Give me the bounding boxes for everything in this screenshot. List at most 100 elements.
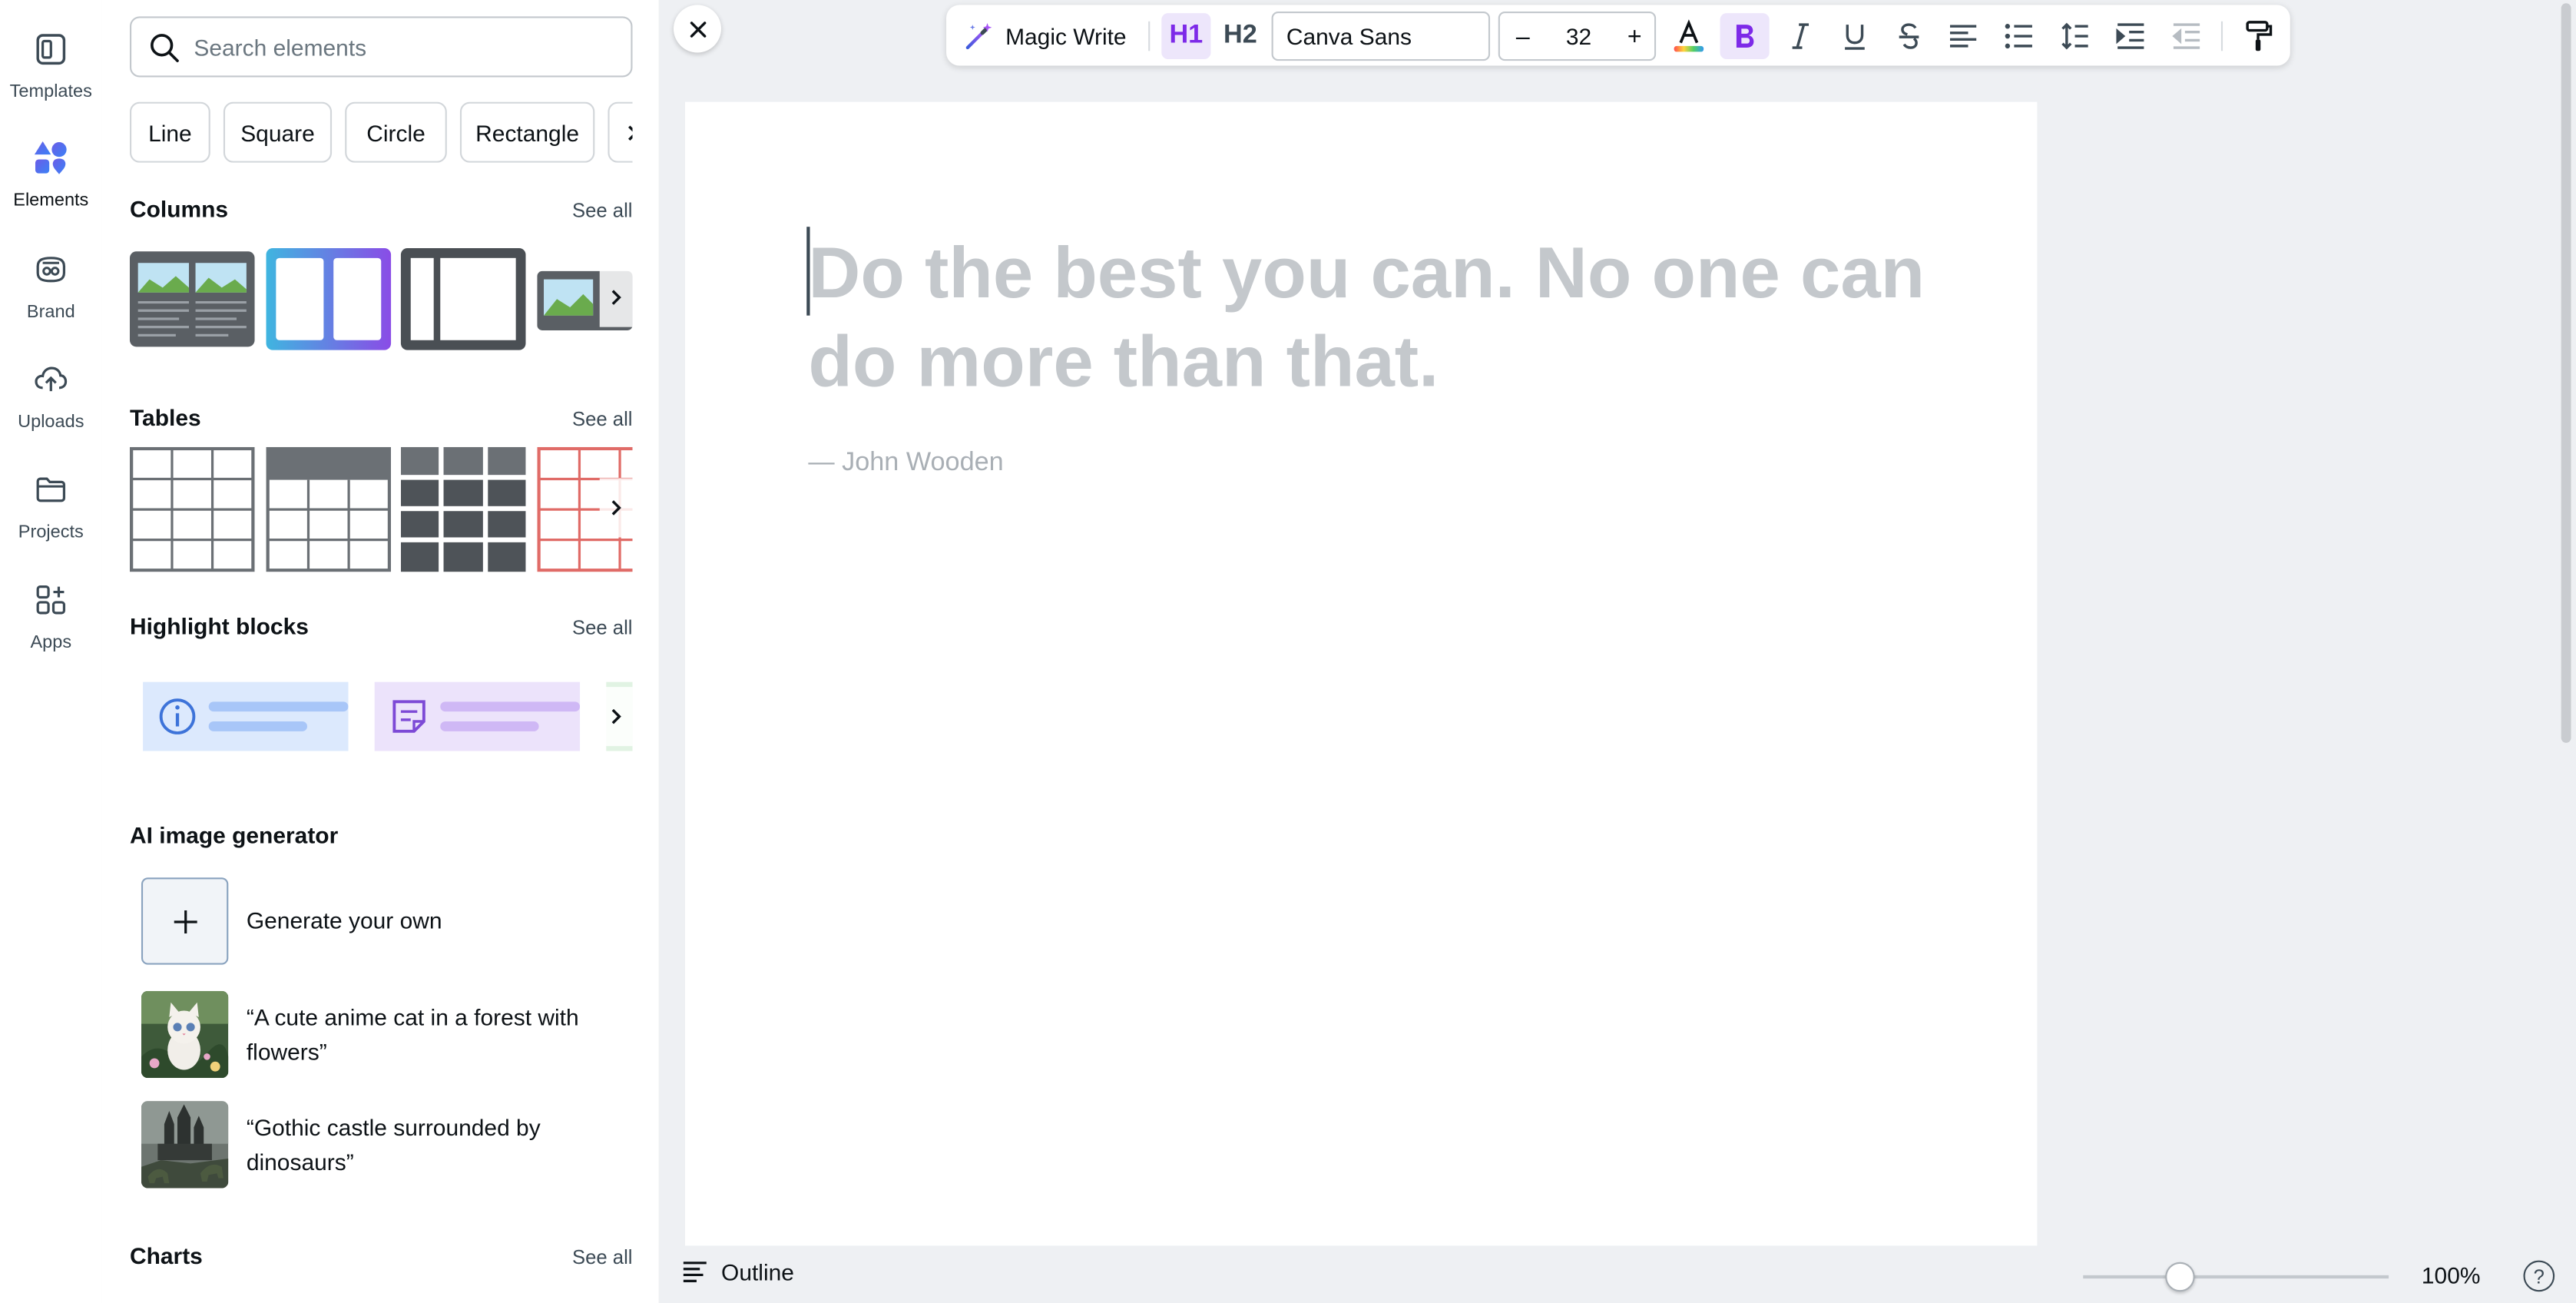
ai-item-label: “Gothic castle surrounded by dinosaurs” (246, 1113, 541, 1175)
bulleted-list-icon (2005, 24, 2032, 49)
increase-font-size-button[interactable]: + (1611, 13, 1657, 59)
chip-line[interactable]: Line (129, 101, 210, 163)
table-thumb-3[interactable] (400, 446, 526, 572)
canvas-scrollbar[interactable] (2556, 0, 2576, 1303)
font-size-input[interactable]: 32 (1546, 13, 1612, 59)
gothic-castle-image (141, 1101, 229, 1189)
h2-label: H2 (1223, 21, 1257, 50)
indent-button[interactable] (2107, 13, 2154, 59)
rail-label: Apps (30, 632, 72, 653)
ai-suggestion-cat[interactable]: “A cute anime cat in a forest with flowe… (141, 990, 624, 1079)
paint-roller-icon (2246, 21, 2273, 51)
ai-item-label: “A cute anime cat in a forest with flowe… (246, 1003, 579, 1065)
table-thumb-2[interactable] (266, 446, 392, 572)
left-rail: Templates Elements Brand Uploads Project… (0, 0, 102, 1303)
rail-item-brand[interactable]: Brand (0, 244, 102, 342)
highlight-block-info[interactable] (143, 681, 349, 751)
chips-next-button[interactable] (608, 101, 633, 163)
indent-icon (2116, 23, 2144, 49)
document-page[interactable]: Do the best you can. No one can do more … (684, 101, 2038, 1252)
rail-label: Elements (13, 191, 89, 211)
outline-button[interactable]: Outline (682, 1258, 794, 1285)
heading-placeholder[interactable]: Do the best you can. No one can do more … (808, 230, 1925, 407)
text-color-button[interactable] (1666, 13, 1712, 59)
rail-item-templates[interactable]: Templates (0, 23, 102, 121)
text-toolbar: Magic Write H1 H2 Canva Sans – 32 + (946, 5, 2290, 66)
elements-icon (25, 131, 78, 184)
ai-suggestion-castle[interactable]: “Gothic castle surrounded by dinosaurs” (141, 1101, 624, 1189)
underline-button[interactable] (1832, 13, 1878, 59)
outdent-button[interactable] (2164, 13, 2210, 59)
text-color-icon (1674, 19, 1704, 52)
close-panel-button[interactable] (673, 5, 722, 53)
rail-item-projects[interactable]: Projects (0, 463, 102, 562)
plus-icon (141, 877, 229, 965)
section-title-charts: Charts (129, 1242, 203, 1269)
section-title-tables: Tables (129, 404, 201, 431)
heading-2-button[interactable]: H2 (1216, 13, 1265, 59)
italic-icon (1792, 23, 1809, 49)
search-icon (151, 33, 179, 61)
outline-label: Outline (721, 1258, 794, 1285)
copy-style-button[interactable] (2236, 13, 2282, 59)
columns-thumb-3[interactable] (400, 247, 526, 350)
see-all-charts[interactable]: See all (572, 1245, 633, 1268)
search-box[interactable] (129, 16, 633, 78)
rail-label: Uploads (18, 412, 84, 433)
highlight-next-button[interactable] (599, 687, 633, 747)
templates-icon (25, 23, 77, 75)
underline-icon (1845, 25, 1865, 50)
see-all-highlight[interactable]: See all (572, 616, 633, 639)
anime-cat-image (141, 990, 229, 1079)
columns-thumb-1[interactable] (129, 251, 255, 347)
bold-button[interactable] (1720, 13, 1770, 60)
brand-icon (25, 244, 77, 296)
rail-item-elements[interactable]: Elements (0, 131, 102, 230)
zoom-slider-track[interactable] (2083, 1275, 2389, 1279)
rail-label: Brand (26, 302, 75, 323)
font-size-control: – 32 + (1498, 11, 1657, 61)
font-family-select[interactable]: Canva Sans (1271, 11, 1491, 61)
quote-placeholder[interactable]: — John Wooden (808, 449, 1003, 479)
magic-write-label: Magic Write (1005, 22, 1127, 50)
chevron-right-icon (611, 708, 621, 724)
close-icon (689, 21, 706, 37)
rail-item-apps[interactable]: Apps (0, 574, 102, 672)
section-title-ai: AI image generator (129, 821, 339, 848)
chip-square[interactable]: Square (223, 101, 333, 163)
rail-label: Projects (18, 522, 84, 542)
tables-next-button[interactable] (599, 478, 633, 538)
chip-circle[interactable]: Circle (345, 101, 447, 163)
columns-next-button[interactable] (599, 267, 633, 327)
zoom-slider-handle[interactable] (2165, 1262, 2195, 1292)
see-all-tables[interactable]: See all (572, 407, 633, 430)
chevron-right-icon (611, 500, 621, 516)
decrease-font-size-button[interactable]: – (1500, 13, 1546, 59)
bold-icon (1736, 25, 1754, 48)
italic-button[interactable] (1777, 13, 1823, 59)
ai-generate-own[interactable]: Generate your own (141, 877, 624, 965)
help-button[interactable]: ? (2523, 1260, 2555, 1292)
highlight-block-note[interactable] (374, 681, 581, 751)
section-title-columns: Columns (129, 195, 229, 222)
chevron-right-icon (628, 124, 633, 140)
bulleted-list-button[interactable] (1996, 13, 2042, 59)
uploads-icon (25, 353, 77, 406)
shape-chips: Line Square Circle Rectangle (129, 101, 633, 163)
rail-item-uploads[interactable]: Uploads (0, 353, 102, 452)
search-input[interactable] (194, 33, 605, 61)
heading-1-button[interactable]: H1 (1161, 13, 1211, 60)
apps-icon (25, 574, 77, 626)
magic-write-button[interactable]: Magic Write (956, 13, 1144, 59)
zoom-level[interactable]: 100% (2422, 1262, 2481, 1288)
line-spacing-button[interactable] (2052, 13, 2098, 59)
toolbar-separator (1148, 21, 1151, 51)
scrollbar-thumb[interactable] (2561, 3, 2571, 743)
chip-rectangle[interactable]: Rectangle (459, 101, 595, 163)
strikethrough-button[interactable] (1886, 13, 1932, 59)
table-thumb-1[interactable] (129, 446, 255, 572)
see-all-columns[interactable]: See all (572, 199, 633, 222)
line-spacing-icon (2061, 22, 2088, 50)
align-left-button[interactable] (1940, 13, 1986, 59)
columns-thumb-2[interactable] (266, 247, 392, 350)
